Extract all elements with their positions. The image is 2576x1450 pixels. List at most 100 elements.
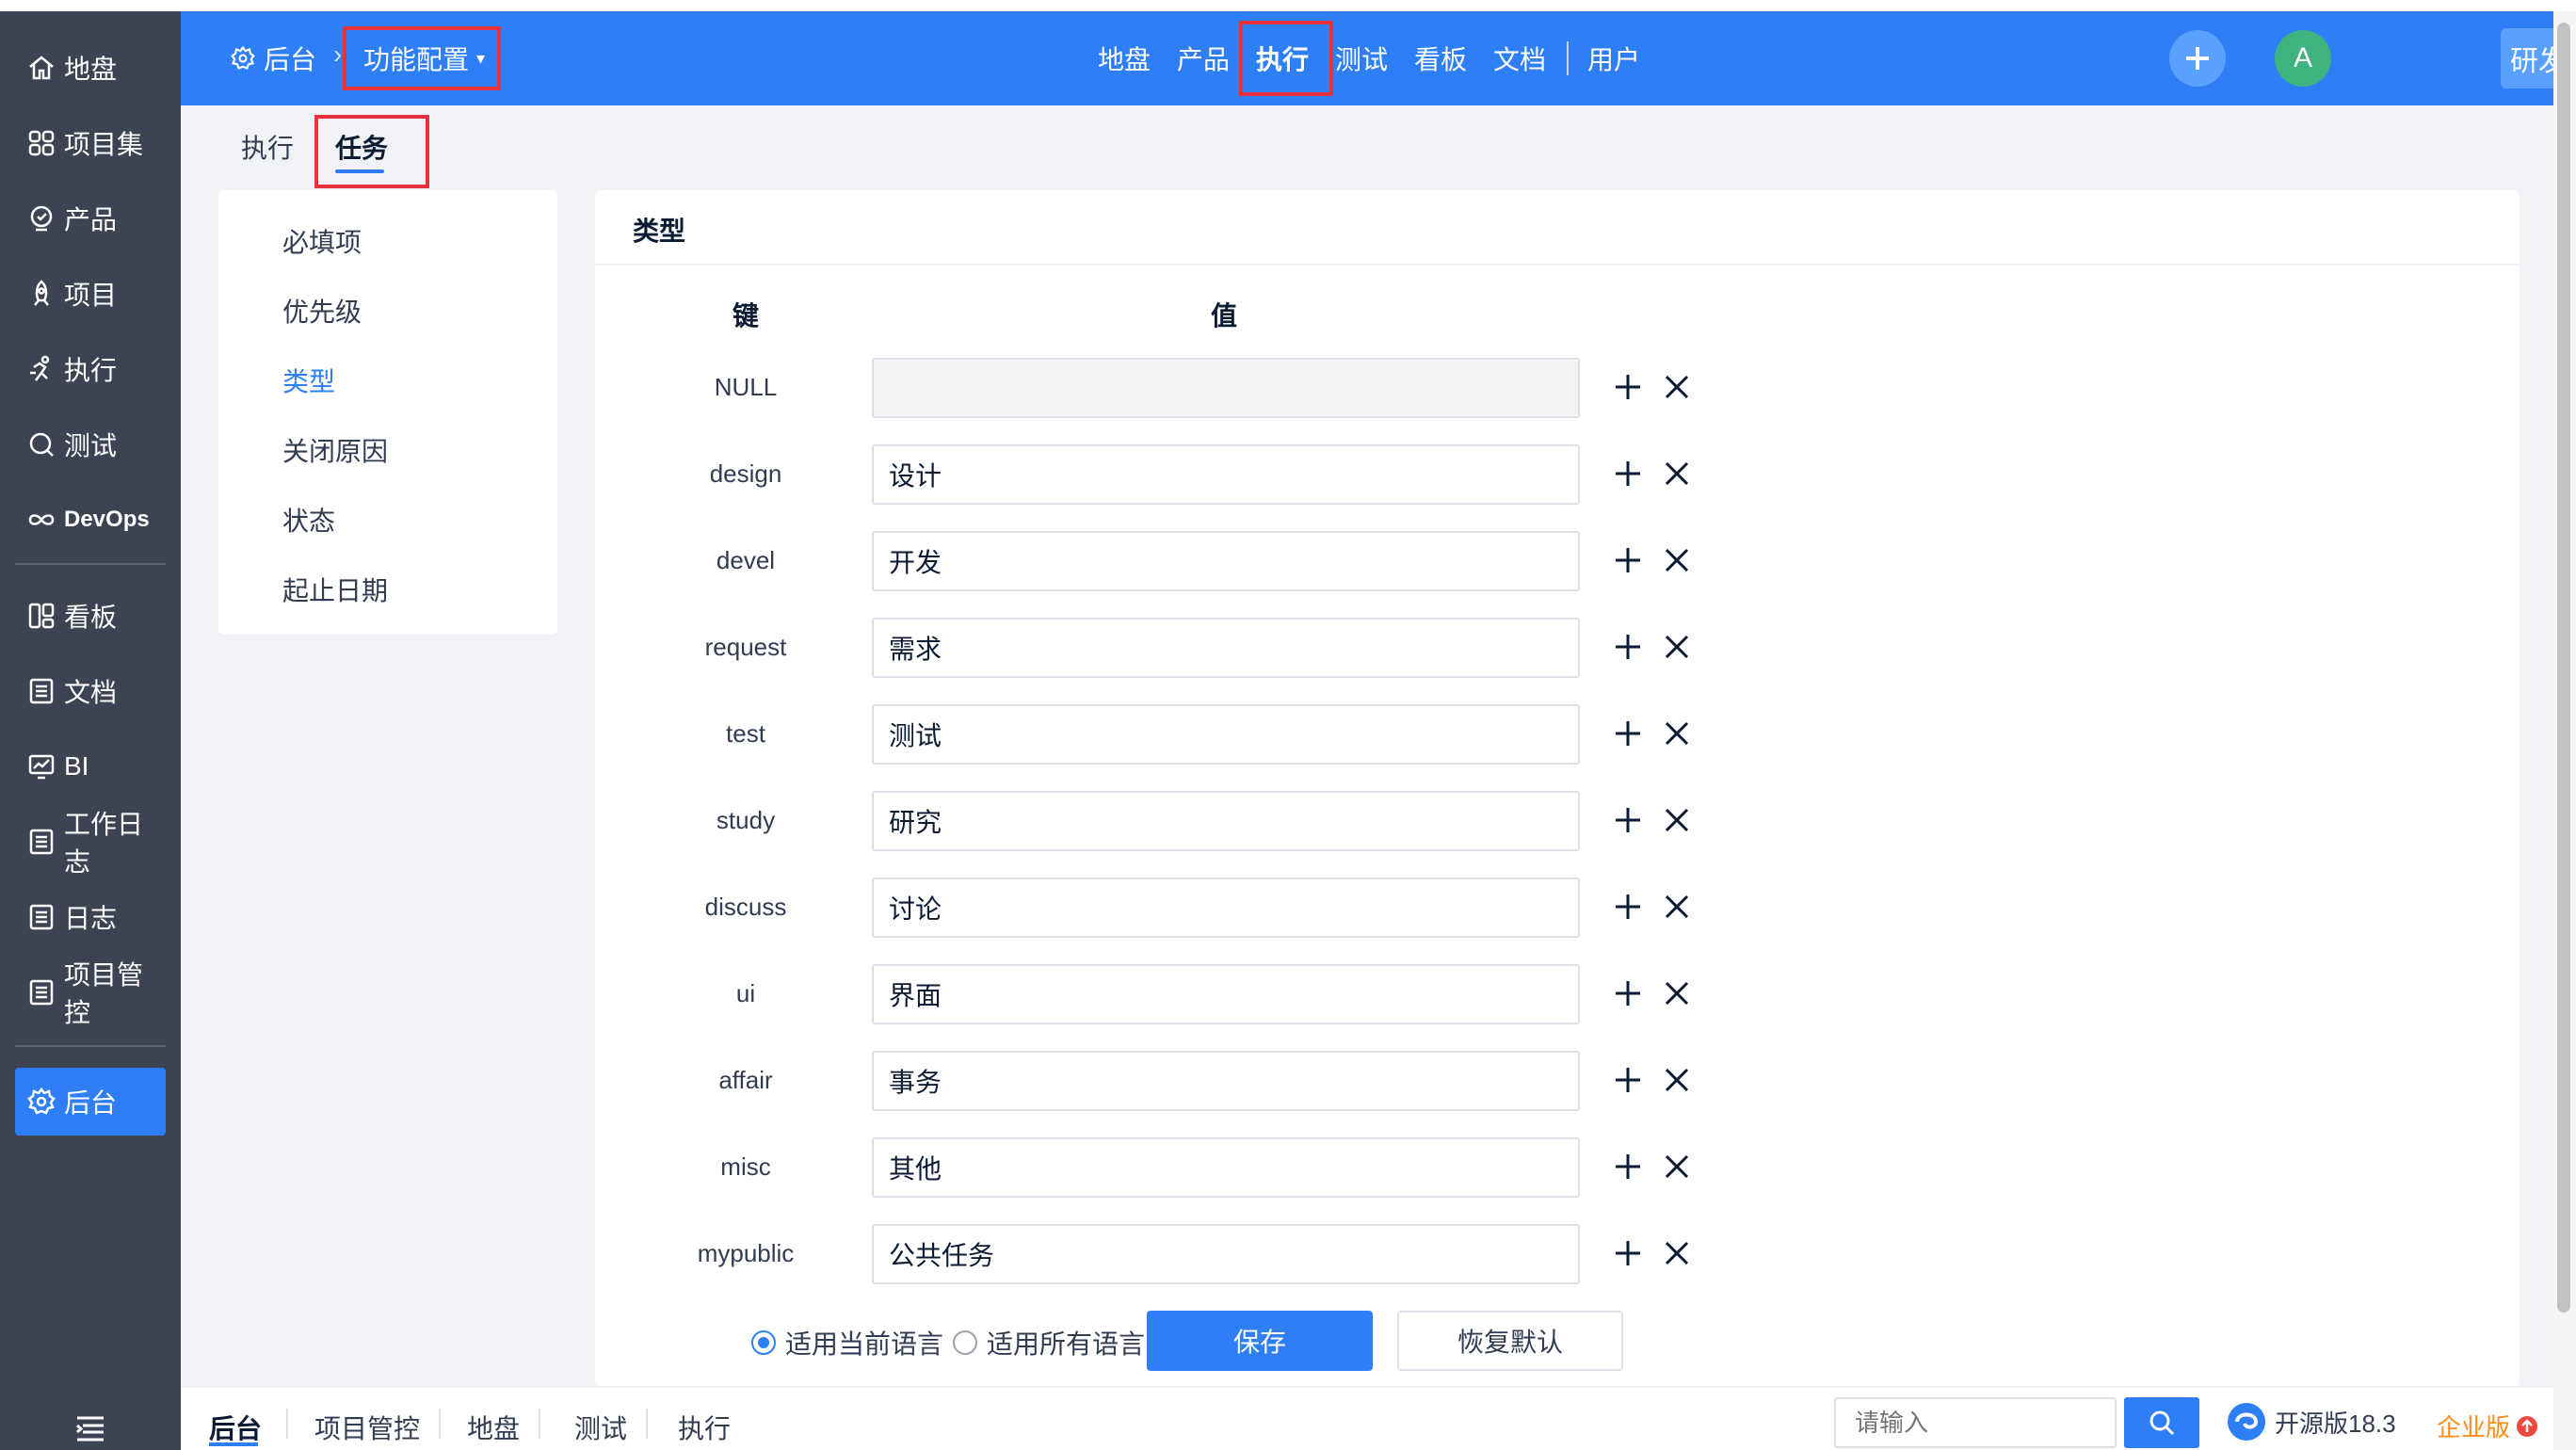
sidebar-item-project[interactable]: 项目 [15, 260, 166, 328]
menu-item-priority[interactable]: 优先级 [282, 292, 362, 330]
value-input[interactable] [872, 444, 1580, 505]
value-input[interactable] [872, 1051, 1580, 1111]
delete-row-icon[interactable] [1661, 717, 1693, 749]
footer-separator [439, 1409, 441, 1439]
sidebar-item-worklog[interactable]: 工作日志 [15, 808, 166, 877]
version-info[interactable]: 开源版18.3 [2226, 1401, 2396, 1442]
add-row-icon[interactable] [1612, 458, 1644, 490]
sidebar-item-label: DevOps [64, 507, 150, 532]
radio-all-languages[interactable]: 适用所有语言 [953, 1324, 1145, 1361]
footer-crumb-project-control[interactable]: 项目管控 [314, 1409, 420, 1446]
footer-crumb-execution[interactable]: 执行 [678, 1409, 731, 1446]
sidebar-item-doc[interactable]: 文档 [15, 657, 166, 725]
add-row-icon[interactable] [1612, 717, 1644, 749]
sidebar-item-bi[interactable]: BI [15, 733, 166, 800]
value-input[interactable] [872, 358, 1580, 418]
menu-item-status[interactable]: 状态 [282, 501, 335, 539]
product-icon [30, 205, 53, 232]
sidebar-item-log[interactable]: 日志 [15, 883, 166, 951]
list-icon [29, 979, 54, 1006]
add-row-icon[interactable] [1612, 1064, 1644, 1096]
delete-row-icon[interactable] [1661, 804, 1693, 836]
row-key: design [709, 459, 782, 488]
sidebar-item-label: 执行 [64, 356, 118, 385]
save-button[interactable]: 保存 [1147, 1311, 1373, 1371]
value-input[interactable] [872, 964, 1580, 1024]
scrollbar-thumb[interactable] [2557, 23, 2570, 1313]
sidebar-item-project-control[interactable]: 项目管控 [15, 959, 166, 1027]
breadcrumb-admin-label: 后台 [264, 45, 317, 74]
add-row-icon[interactable] [1612, 371, 1644, 403]
nav-product[interactable]: 产品 [1177, 40, 1230, 77]
add-row-icon[interactable] [1612, 544, 1644, 576]
footer-separator [286, 1409, 288, 1439]
sidebar-item-label: 后台 [64, 1088, 118, 1118]
sidebar-item-dashboard[interactable]: 地盘 [15, 34, 166, 102]
footer-crumb-test[interactable]: 测试 [574, 1409, 627, 1446]
radio-current-language[interactable]: 适用当前语言 [751, 1324, 943, 1361]
row-key: misc [720, 1152, 771, 1181]
value-input[interactable] [872, 704, 1580, 765]
subtab-task[interactable]: 任务 [335, 128, 388, 166]
menu-item-required[interactable]: 必填项 [282, 222, 362, 260]
value-input[interactable] [872, 1137, 1580, 1198]
delete-row-icon[interactable] [1661, 1237, 1693, 1269]
nav-kanban[interactable]: 看板 [1414, 40, 1467, 77]
delete-row-icon[interactable] [1661, 1064, 1693, 1096]
add-row-icon[interactable] [1612, 1237, 1644, 1269]
value-input[interactable] [872, 618, 1580, 678]
sidebar-item-devops[interactable]: DevOps [15, 486, 166, 554]
nav-user[interactable]: 用户 [1587, 40, 1640, 77]
add-row-icon[interactable] [1612, 977, 1644, 1009]
value-input[interactable] [872, 791, 1580, 851]
breadcrumb-feature-config[interactable]: 功能配置 ▾ [363, 40, 485, 77]
sidebar-item-program[interactable]: 项目集 [15, 109, 166, 177]
delete-row-icon[interactable] [1661, 544, 1693, 576]
row-key: discuss [704, 893, 787, 921]
delete-row-icon[interactable] [1661, 1151, 1693, 1183]
search-input[interactable] [1834, 1397, 2117, 1448]
add-row-icon[interactable] [1612, 804, 1644, 836]
value-input[interactable] [872, 878, 1580, 938]
sidebar-item-kanban[interactable]: 看板 [15, 582, 166, 650]
delete-row-icon[interactable] [1661, 371, 1693, 403]
delete-row-icon[interactable] [1661, 977, 1693, 1009]
doc-icon [29, 678, 54, 704]
add-row-icon[interactable] [1612, 891, 1644, 923]
menu-item-type[interactable]: 类型 [282, 362, 335, 399]
delete-row-icon[interactable] [1661, 631, 1693, 663]
nav-dashboard[interactable]: 地盘 [1098, 40, 1151, 77]
nav-doc[interactable]: 文档 [1493, 40, 1546, 77]
nav-execution[interactable]: 执行 [1256, 40, 1309, 77]
delete-row-icon[interactable] [1661, 458, 1693, 490]
row-key: test [726, 719, 765, 748]
grid-icon [28, 130, 55, 156]
value-input[interactable] [872, 1224, 1580, 1284]
run-icon [30, 355, 50, 381]
create-button[interactable] [2169, 30, 2226, 87]
delete-row-icon[interactable] [1661, 891, 1693, 923]
add-row-icon[interactable] [1612, 631, 1644, 663]
sidebar-item-test[interactable]: 测试 [15, 411, 166, 478]
sidebar-item-execution[interactable]: 执行 [15, 335, 166, 403]
subtab-execution[interactable]: 执行 [241, 128, 294, 166]
breadcrumb-admin[interactable]: 后台 [230, 40, 316, 77]
add-row-icon[interactable] [1612, 1151, 1644, 1183]
nav-separator [1567, 41, 1569, 75]
sidebar-item-admin[interactable]: 后台 [15, 1068, 166, 1136]
restore-default-button[interactable]: 恢复默认 [1397, 1311, 1623, 1371]
test-search-icon [29, 432, 54, 457]
footer-crumb-dashboard[interactable]: 地盘 [467, 1409, 520, 1446]
footer-separator [539, 1409, 540, 1439]
enterprise-upgrade-link[interactable]: 企业版 [2437, 1409, 2538, 1443]
footer-crumb-admin[interactable]: 后台 [209, 1409, 262, 1446]
search-button[interactable] [2124, 1397, 2199, 1448]
value-input[interactable] [872, 531, 1580, 591]
avatar[interactable]: A [2275, 30, 2331, 87]
menu-item-date-range[interactable]: 起止日期 [282, 571, 388, 608]
nav-test[interactable]: 测试 [1335, 40, 1388, 77]
chart-icon [28, 754, 55, 780]
sidebar-item-product[interactable]: 产品 [15, 185, 166, 252]
menu-collapse-icon[interactable] [73, 1414, 107, 1442]
menu-item-close-reason[interactable]: 关闭原因 [282, 431, 388, 469]
